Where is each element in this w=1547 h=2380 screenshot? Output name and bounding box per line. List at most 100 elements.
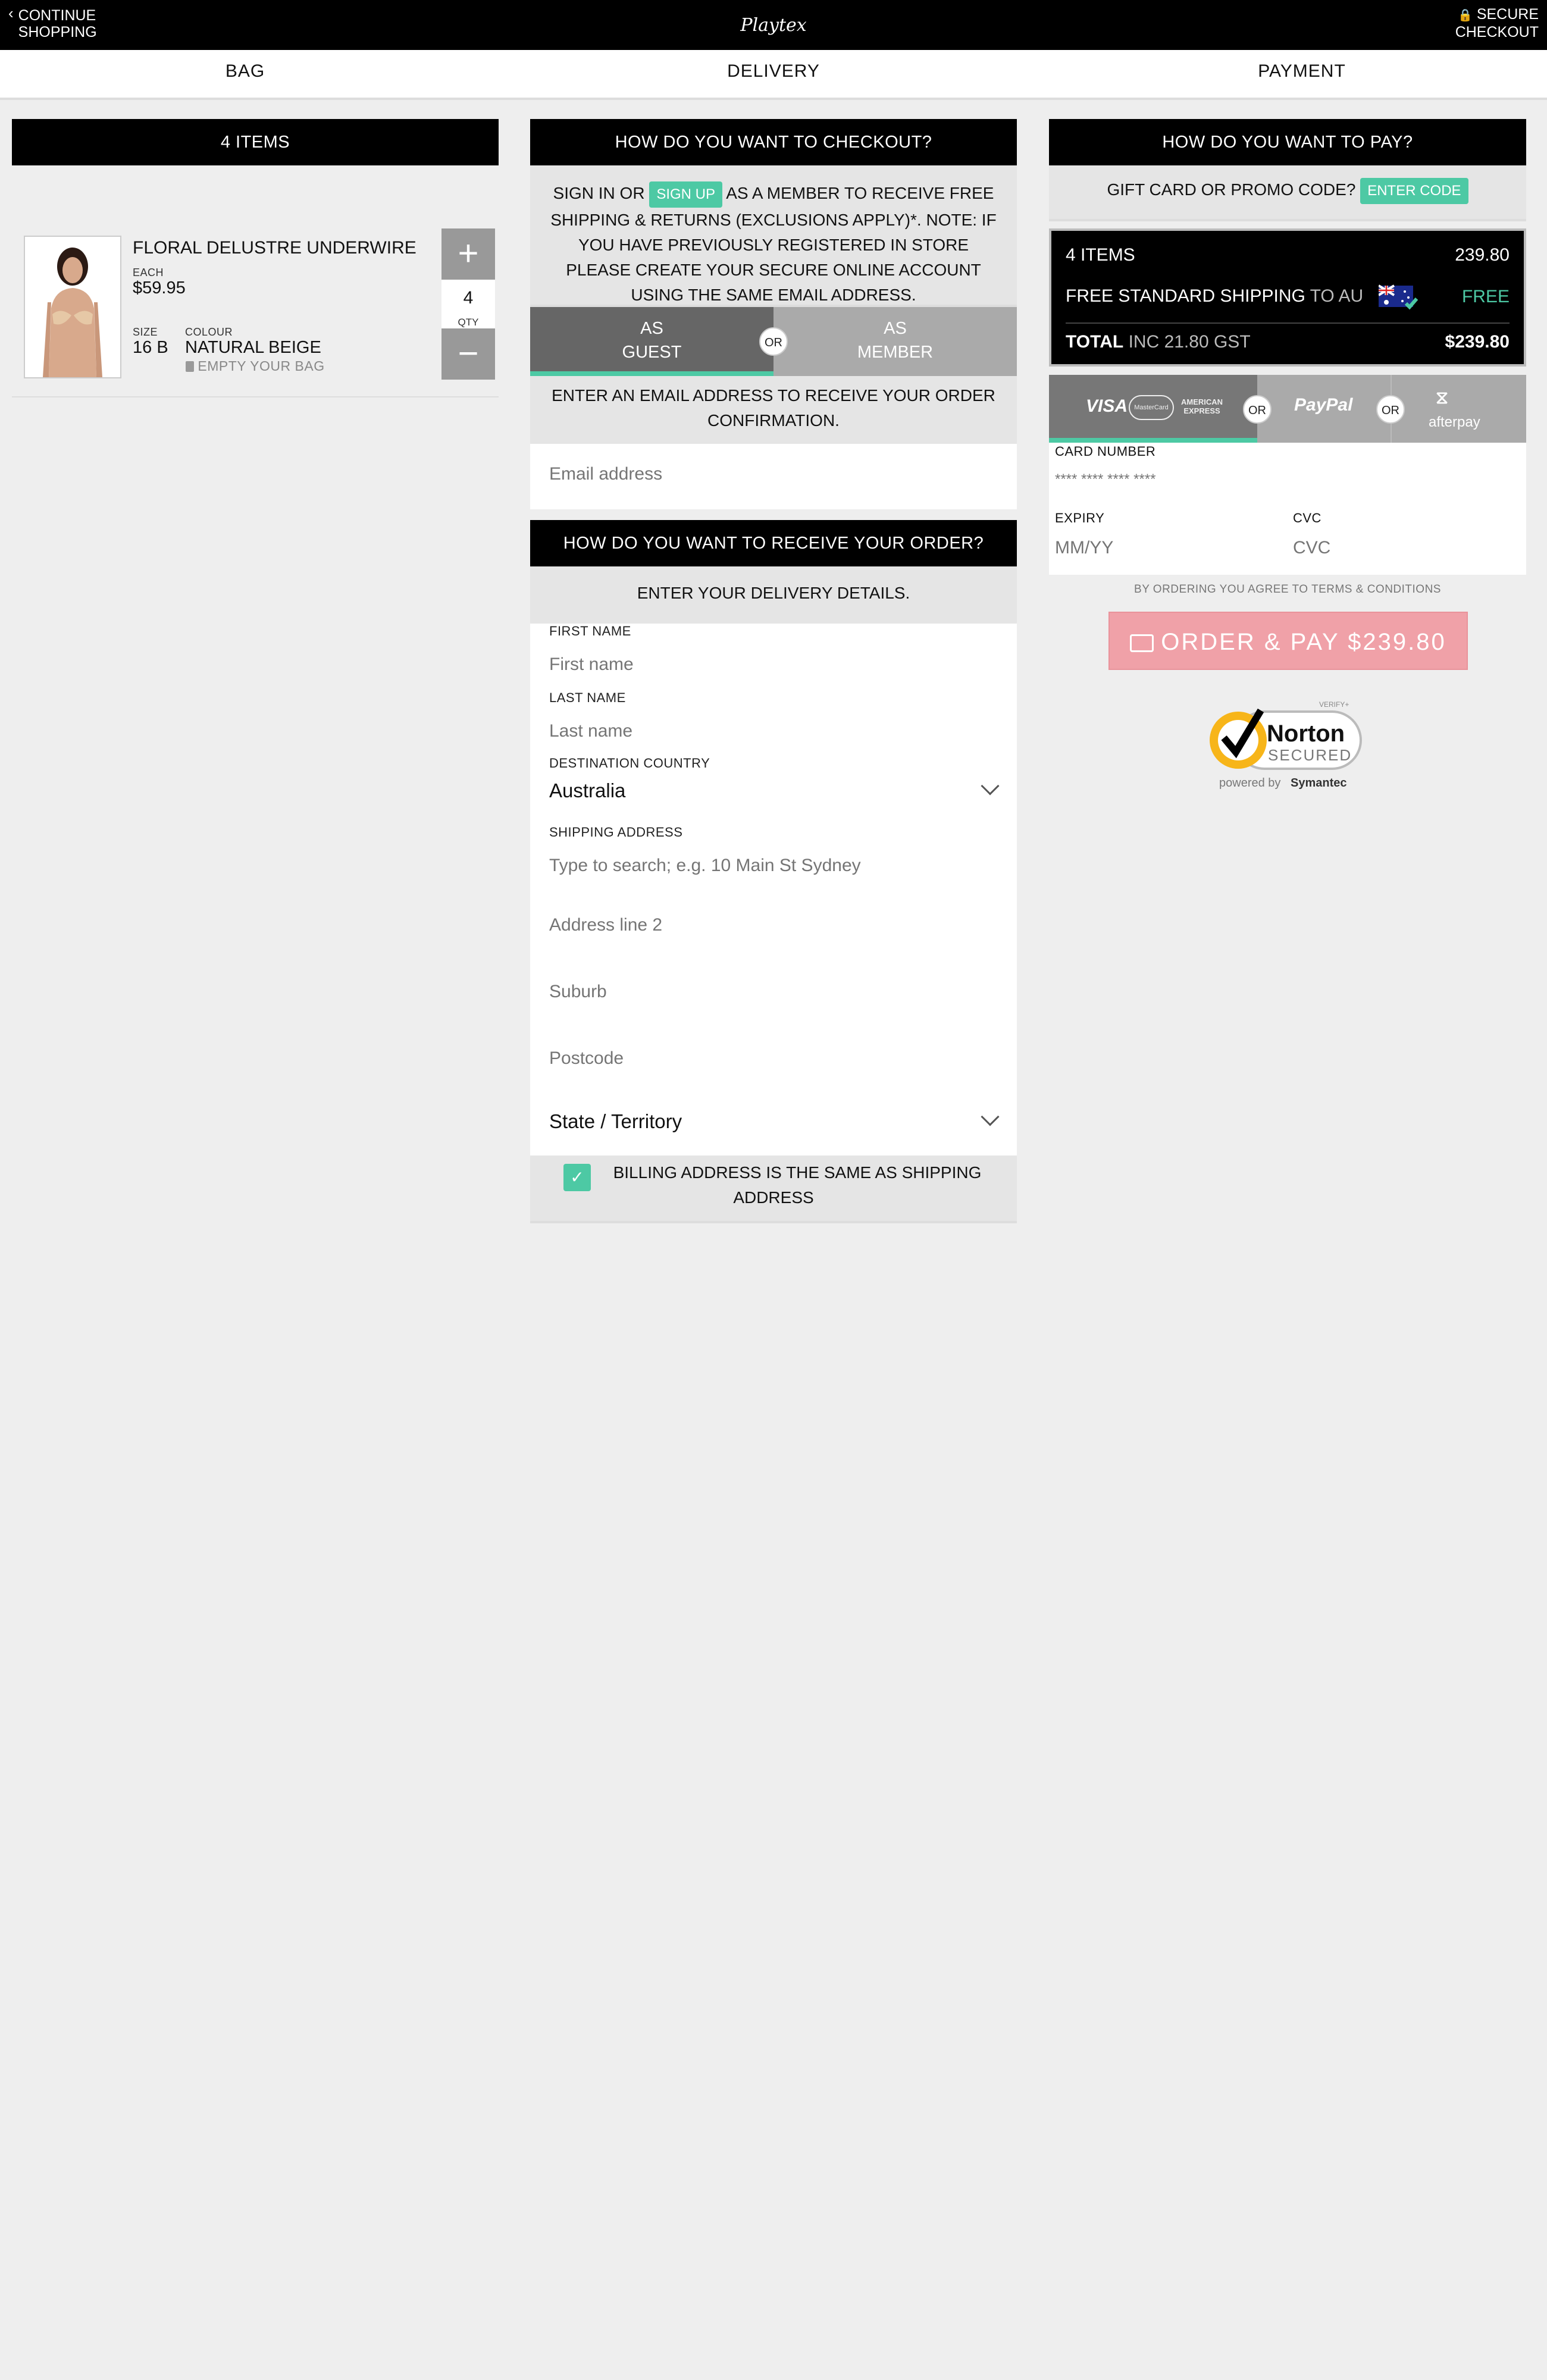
checkmark-icon: ✓ [570, 1168, 584, 1186]
suburb-input[interactable] [549, 982, 966, 1002]
norton-name: Norton [1267, 721, 1345, 747]
shipping-to: TO AU [1310, 286, 1364, 306]
paypal-icon: PayPal [1294, 395, 1353, 415]
empty-bag-link[interactable]: EMPTY YOUR BAG [12, 358, 499, 374]
amex-line2: EXPRESS [1183, 406, 1220, 415]
continue-label-line2: SHOPPING [18, 24, 97, 40]
australia-flag-icon [1378, 284, 1418, 310]
size-value: 16 B [133, 338, 168, 357]
checkout-mode-toggle: AS GUEST AS MEMBER OR [530, 307, 1017, 376]
delivery-note: ENTER YOUR DELIVERY DETAILS. [530, 566, 1017, 624]
tab-card[interactable]: VISA MasterCard AMERICAN EXPRESS [1049, 375, 1257, 443]
email-note-line1: ENTER AN EMAIL ADDRESS TO RECEIVE YOUR O… [552, 386, 995, 405]
billing-checkbox[interactable]: ✓ [563, 1164, 591, 1191]
norton-symantec: Symantec [1291, 776, 1347, 790]
signin-note: SIGN IN OR SIGN UP AS A MEMBER TO RECEIV… [530, 165, 1017, 307]
tab-paypal[interactable]: PayPal [1257, 375, 1392, 443]
mastercard-icon: MasterCard [1129, 395, 1174, 420]
enter-code-button[interactable]: ENTER CODE [1360, 178, 1468, 204]
email-input[interactable] [549, 464, 966, 484]
chevron-left-icon: ‹ [8, 4, 14, 22]
continue-label-line1: CONTINUE [18, 7, 96, 24]
promo-row: GIFT CARD OR PROMO CODE? ENTER CODE [1049, 165, 1526, 221]
cvc-input[interactable] [1293, 538, 1501, 558]
country-select[interactable]: Australia [530, 769, 1017, 810]
order-pay-label: ORDER & PAY $239.80 [1161, 629, 1446, 655]
state-value: State / Territory [549, 1110, 682, 1132]
size-label: SIZE [133, 326, 158, 338]
colour-label: COLOUR [185, 326, 233, 338]
afterpay-logo-icon: ⧖ [1436, 388, 1449, 408]
member-line2: MEMBER [857, 343, 934, 362]
last-name-input[interactable] [549, 721, 966, 741]
item-price: $59.95 [133, 278, 186, 298]
total-value: $239.80 [1445, 332, 1510, 352]
amex-icon: AMERICAN EXPRESS [1181, 397, 1223, 415]
bag-column: 4 ITEMS FLORAL DELUSTRE UNDERWIRE EACH $… [12, 119, 499, 397]
delivery-header: HOW DO YOU WANT TO RECEIVE YOUR ORDER? [530, 520, 1017, 566]
card-number-label: CARD NUMBER [1055, 444, 1156, 459]
norton-secured-badge[interactable]: VERIFY+ Norton SECURED powered by Symant… [1206, 699, 1367, 794]
tab-as-guest[interactable]: AS GUEST [530, 307, 774, 376]
promo-label: GIFT CARD OR PROMO CODE? [1107, 180, 1356, 199]
terms-note[interactable]: BY ORDERING YOU AGREE TO TERMS & CONDITI… [1049, 583, 1526, 596]
card-number-input[interactable] [1055, 471, 1507, 488]
address-line2-input[interactable] [549, 915, 966, 935]
colour-value: NATURAL BEIGE [185, 338, 321, 357]
email-note: ENTER AN EMAIL ADDRESS TO RECEIVE YOUR O… [530, 376, 1017, 444]
total-gst: INC 21.80 GST [1128, 332, 1251, 352]
billing-line2: ADDRESS [733, 1188, 814, 1207]
continue-shopping-link[interactable]: ‹ CONTINUE SHOPPING [8, 4, 97, 40]
checkout-header: HOW DO YOU WANT TO CHECKOUT? [530, 119, 1017, 165]
product-name[interactable]: FLORAL DELUSTRE UNDERWIRE [133, 238, 416, 258]
norton-powered: powered by [1219, 776, 1280, 790]
order-summary: 4 ITEMS 239.80 FREE STANDARD SHIPPING TO… [1049, 228, 1526, 367]
expiry-label: EXPIRY [1055, 511, 1105, 525]
cvc-label: CVC [1293, 511, 1321, 525]
qty-plus-button[interactable]: + [441, 228, 495, 280]
checkout-column: HOW DO YOU WANT TO CHECKOUT? SIGN IN OR … [530, 119, 1017, 1223]
order-pay-button[interactable]: ORDER & PAY $239.80 [1108, 612, 1468, 670]
lock-icon: 🔒 [1457, 9, 1473, 22]
shipping-label: FREE STANDARD SHIPPING [1066, 286, 1305, 306]
shipping-address-label: SHIPPING ADDRESS [549, 825, 683, 840]
logo-text: Playtex [740, 15, 806, 36]
signin-line2: SHIPPING & RETURNS (EXCLUSIONS APPLY)*. … [550, 211, 997, 229]
amex-line1: AMERICAN [1181, 397, 1223, 406]
card-lock-icon [1130, 634, 1154, 652]
qty-value[interactable]: 4 [441, 280, 495, 317]
secure-label-line2: CHECKOUT [1455, 24, 1539, 40]
payment-method-tabs: VISA MasterCard AMERICAN EXPRESS PayPal ⧖… [1049, 375, 1526, 443]
tab-afterpay[interactable]: ⧖ afterpay [1392, 375, 1526, 443]
signin-line1-rest: AS A MEMBER TO RECEIVE FREE [726, 184, 994, 202]
step-bag[interactable]: BAG [0, 50, 490, 98]
guest-line2: GUEST [622, 343, 682, 362]
bag-header: 4 ITEMS [12, 119, 499, 165]
address-search-input[interactable] [549, 856, 966, 876]
quantity-stepper: + 4 QTY − [441, 228, 495, 380]
step-delivery[interactable]: DELIVERY [490, 50, 1057, 98]
first-name-label: FIRST NAME [549, 624, 631, 638]
state-select[interactable]: State / Territory [530, 1102, 1017, 1144]
member-line1: AS [884, 319, 907, 338]
postcode-input[interactable] [549, 1048, 966, 1069]
total-label: TOTAL [1066, 332, 1124, 352]
email-field [530, 444, 1017, 509]
tab-as-member[interactable]: AS MEMBER [774, 307, 1017, 376]
email-note-line2: CONFIRMATION. [707, 411, 840, 430]
billing-line1: BILLING ADDRESS IS THE SAME AS SHIPPING [613, 1163, 982, 1182]
first-name-input[interactable] [549, 654, 966, 675]
empty-bag-label: EMPTY YOUR BAG [198, 358, 325, 374]
each-label: EACH [133, 267, 164, 278]
signin-line4: PLEASE CREATE YOUR SECURE ONLINE ACCOUNT [566, 261, 981, 279]
secure-checkout-label: 🔒 SECURE CHECKOUT [1455, 6, 1539, 40]
sign-up-button[interactable]: SIGN UP [649, 181, 723, 208]
expiry-input[interactable] [1055, 538, 1263, 558]
afterpay-label: afterpay [1429, 414, 1480, 430]
visa-icon: VISA [1086, 396, 1128, 416]
secure-label-line1: SECURE [1476, 6, 1539, 23]
card-form: CARD NUMBER EXPIRY CVC [1049, 443, 1526, 575]
product-thumbnail[interactable] [24, 236, 121, 378]
step-payment[interactable]: PAYMENT [1057, 50, 1547, 98]
playtex-logo[interactable]: Playtex [726, 8, 821, 42]
